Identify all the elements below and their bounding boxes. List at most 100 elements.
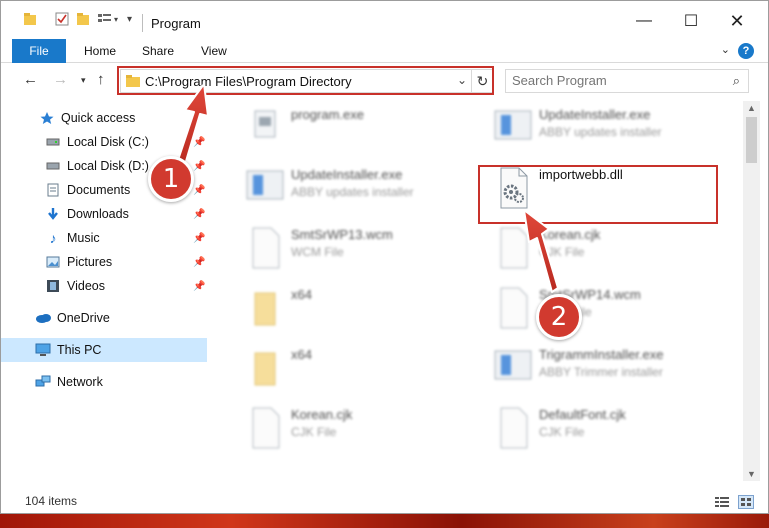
blank-file-icon: [243, 225, 285, 271]
file-name: UpdateInstaller.exe: [539, 107, 651, 122]
file-type: ABBY updates installer: [291, 185, 414, 199]
sidebar-item-local-disk-c[interactable]: Local Disk (C:) 📌: [1, 130, 207, 154]
sidebar-item-label: Documents: [67, 183, 131, 197]
sidebar-item-label: Local Disk (C:): [67, 135, 149, 149]
scroll-down-icon[interactable]: ▼: [747, 469, 756, 479]
pin-icon[interactable]: 📌: [193, 137, 205, 148]
sidebar-item-pictures[interactable]: Pictures 📌: [1, 250, 207, 274]
blank-file-icon: [243, 405, 285, 451]
drive-icon: [45, 134, 61, 150]
file-name: SmtSrWP13.wcm: [291, 227, 393, 242]
pin-icon[interactable]: 📌: [193, 161, 205, 172]
pin-icon[interactable]: 📌: [193, 233, 205, 244]
close-button[interactable]: ✕: [714, 7, 760, 35]
list-item[interactable]: SmtSrWP14.wcm WCM File: [473, 283, 713, 333]
sidebar-item-label: OneDrive: [57, 311, 110, 325]
help-button[interactable]: ?: [738, 43, 754, 59]
list-item[interactable]: TrigrammInstaller.exe ABBY Trimmer insta…: [473, 343, 713, 393]
minimize-button[interactable]: —: [621, 7, 667, 35]
sidebar-item-onedrive[interactable]: OneDrive: [1, 306, 207, 330]
search-box[interactable]: ⌕: [505, 69, 749, 93]
folder-icon: [126, 74, 140, 90]
cloud-icon: [35, 310, 51, 326]
sidebar-item-label: Quick access: [61, 111, 136, 125]
blank-file-icon: [491, 405, 533, 451]
file-name: TrigrammInstaller.exe: [539, 347, 664, 362]
search-icon[interactable]: ⌕: [733, 73, 740, 89]
list-item[interactable]: SmtSrWP13.wcm WCM File: [225, 223, 465, 273]
chevron-down-icon[interactable]: ⌄: [721, 43, 730, 56]
folder-icon: [23, 11, 37, 27]
vertical-scrollbar[interactable]: ▲ ▼: [743, 101, 760, 481]
tab-file[interactable]: File: [12, 39, 66, 63]
sidebar-item-music[interactable]: ♪ Music 📌: [1, 226, 207, 250]
list-item[interactable]: DefaultFont.cjk CJK File: [473, 403, 713, 453]
properties-checkmark-icon[interactable]: [55, 11, 69, 27]
list-item[interactable]: UpdateInstaller.exe ABBY updates install…: [225, 163, 465, 213]
scroll-up-icon[interactable]: ▲: [747, 103, 756, 113]
folder-icon: [243, 345, 285, 391]
up-arrow-icon[interactable]: ↑: [97, 71, 105, 88]
download-arrow-icon: [45, 206, 61, 222]
drive-icon: [45, 158, 61, 174]
refresh-icon[interactable]: ↻: [471, 70, 493, 92]
sidebar-item-label: Music: [67, 231, 100, 245]
forward-arrow-icon[interactable]: →: [53, 71, 68, 88]
file-name: UpdateInstaller.exe: [291, 167, 403, 182]
sidebar-item-this-pc[interactable]: This PC: [1, 338, 207, 362]
file-type: ABBY Trimmer installer: [539, 365, 663, 379]
pin-icon[interactable]: 📌: [193, 209, 205, 220]
list-item[interactable]: Korean.cjk CJK File: [473, 223, 713, 273]
pin-icon[interactable]: 📌: [193, 185, 205, 196]
window-title: Program: [151, 16, 201, 31]
list-item[interactable]: Korean.cjk CJK File: [225, 403, 465, 453]
details-view-icon[interactable]: [714, 495, 730, 509]
folder-icon: [243, 285, 285, 331]
star-icon: [39, 110, 55, 126]
sidebar-item-downloads[interactable]: Downloads 📌: [1, 202, 207, 226]
file-type: CJK File: [539, 425, 585, 439]
sidebar-item-videos[interactable]: Videos 📌: [1, 274, 207, 298]
list-item[interactable]: x64: [225, 343, 465, 393]
file-name: DefaultFont.cjk: [539, 407, 626, 422]
pin-icon[interactable]: 📌: [193, 281, 205, 292]
customize-quick-access-icon[interactable]: ▾: [127, 11, 132, 27]
sidebar-item-label: This PC: [57, 343, 102, 357]
sidebar-item-label: Downloads: [67, 207, 129, 221]
file-list: program.exe UpdateInstaller.exe ABBY upd…: [213, 101, 743, 481]
tab-view[interactable]: View: [201, 39, 227, 63]
installer-icon: [243, 165, 285, 211]
blank-file-icon: [491, 285, 533, 331]
sidebar-item-network[interactable]: Network: [1, 370, 207, 394]
chevron-down-icon[interactable]: ⌄: [457, 73, 467, 87]
sidebar-item-quick-access[interactable]: Quick access: [1, 106, 207, 130]
list-item[interactable]: UpdateInstaller.exe ABBY updates install…: [473, 103, 713, 153]
back-arrow-icon[interactable]: ←: [23, 71, 38, 88]
tab-home[interactable]: Home: [84, 39, 116, 63]
list-item[interactable]: x64: [225, 283, 465, 333]
pictures-icon: [45, 254, 61, 270]
file-name: x64: [291, 347, 312, 362]
scroll-thumb[interactable]: [746, 117, 757, 163]
file-type: WCM File: [291, 245, 344, 259]
desktop-background: [0, 514, 769, 528]
recent-locations-icon[interactable]: ▾: [81, 75, 86, 86]
pin-icon[interactable]: 📌: [193, 257, 205, 268]
blank-file-icon: [491, 225, 533, 271]
address-path[interactable]: C:\Program Files\Program Directory: [145, 74, 352, 89]
title-bar: ▾ ▾ Program — ☐ ✕: [1, 1, 768, 37]
tab-share[interactable]: Share: [142, 39, 174, 63]
file-name: x64: [291, 287, 312, 302]
customize-dropdown-icon[interactable]: ▾: [114, 11, 118, 27]
search-input[interactable]: [512, 73, 712, 88]
new-folder-icon[interactable]: [76, 11, 90, 27]
ribbon-tabs: File Home Share View ⌄ ?: [1, 39, 768, 63]
list-item-importwebb-dll[interactable]: importwebb.dll: [473, 163, 713, 213]
view-list-icon[interactable]: [97, 11, 113, 27]
large-icons-view-icon[interactable]: [738, 495, 754, 509]
list-item[interactable]: program.exe: [225, 103, 465, 153]
address-bar[interactable]: C:\Program Files\Program Directory ⌄ ↻: [120, 69, 494, 93]
maximize-button[interactable]: ☐: [668, 7, 714, 35]
sidebar-item-label: Pictures: [67, 255, 113, 269]
explorer-window: ▾ ▾ Program — ☐ ✕ File Home Share View ⌄…: [0, 0, 769, 514]
